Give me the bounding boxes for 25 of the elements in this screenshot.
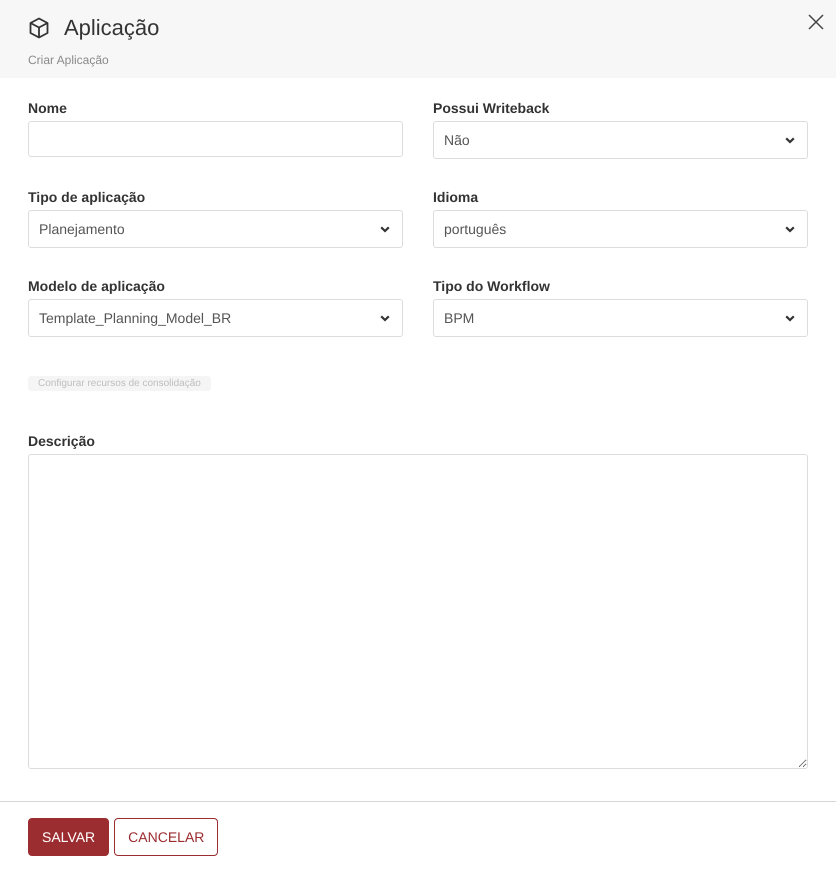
close-icon[interactable] bbox=[808, 14, 824, 30]
dropdown-field[interactable]: português bbox=[433, 210, 808, 248]
description-field[interactable] bbox=[28, 454, 808, 769]
dropdown-field[interactable]: Planejamento bbox=[28, 210, 403, 248]
chevron-down-icon bbox=[785, 136, 795, 144]
chevron-down-icon bbox=[380, 226, 390, 232]
save-button[interactable]: SALVAR bbox=[28, 818, 110, 856]
chevron-down-icon bbox=[380, 314, 390, 322]
dropdown-field[interactable]: Template_Planning_Model_BR bbox=[28, 299, 403, 337]
cube-icon bbox=[28, 17, 50, 39]
dialog-subtitle: Criar Aplicação bbox=[28, 53, 109, 67]
dropdown-field[interactable]: Não bbox=[433, 121, 808, 159]
chevron-down-icon bbox=[785, 226, 795, 232]
field-label: Nome bbox=[28, 100, 67, 116]
field-label: Possui Writeback bbox=[433, 100, 550, 116]
dropdown-field[interactable]: BPM bbox=[433, 299, 808, 337]
field-label: Descrição bbox=[28, 433, 95, 449]
field-label: Modelo de aplicação bbox=[28, 278, 165, 294]
field-label: Tipo do Workflow bbox=[433, 278, 550, 294]
chevron-down-icon bbox=[785, 314, 795, 322]
dialog-title: Aplicação bbox=[64, 14, 160, 42]
field-label: Tipo de aplicação bbox=[28, 189, 146, 205]
field-label: Idioma bbox=[433, 189, 478, 205]
text-input-field[interactable] bbox=[28, 121, 403, 157]
cancel-button[interactable]: CANCELAR bbox=[114, 818, 218, 856]
